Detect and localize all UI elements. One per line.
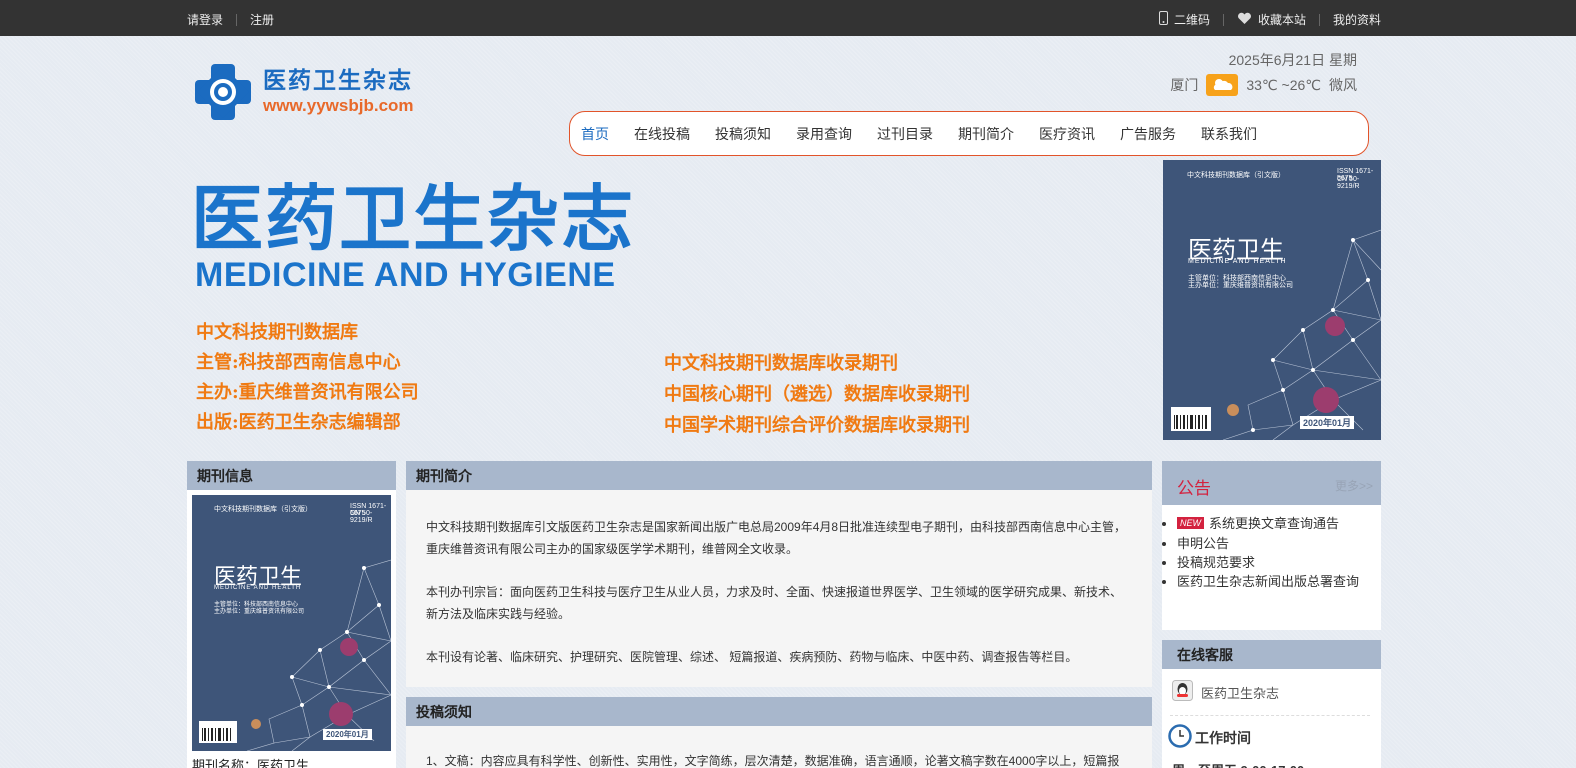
nav-past-issues[interactable]: 过刊目录 [877, 124, 933, 144]
weather-widget: 厦门 33℃ ~26℃ 微风 [1170, 74, 1357, 96]
logo-url: www.yywsbjb.com [263, 96, 414, 115]
new-badge: NEW [1177, 517, 1204, 529]
intro-panel: 中文科技期刊数据库引文版医药卫生杂志是国家新闻出版广电总局2009年4月8日批准… [406, 490, 1152, 687]
intro-paragraph: 本刊设有论著、临床研究、护理研究、医院管理、综述、 短篇报道、疾病预防、药物与临… [426, 650, 1078, 664]
main-nav: 首页 在线投稿 投稿须知 录用查询 过刊目录 期刊简介 医疗资讯 广告服务 联系… [569, 111, 1369, 156]
qq-name: 医药卫生杂志 [1201, 685, 1280, 701]
weather-wind: 微风 [1329, 77, 1357, 93]
cover-header: 中文科技期刊数据库（引文版） [214, 506, 312, 513]
work-time-label: 工作时间 [1195, 729, 1251, 746]
intro-paragraph: 本刊办刊宗旨：面向医药卫生科技与医疗卫生从业人员，力求及时、全面、快速报道世界医… [426, 585, 1123, 621]
clock-icon [1168, 724, 1192, 751]
hero-title: 医药卫生杂志 [191, 176, 636, 261]
notice-item[interactable]: NEW 系统更换文章查询通告 [1177, 513, 1369, 533]
current-date: 2025年6月21日 星期 [1228, 52, 1357, 68]
cover-year: 2020年01月 [1300, 416, 1355, 429]
nav-ad-service[interactable]: 广告服务 [1120, 124, 1176, 144]
nav-online-submit[interactable]: 在线投稿 [634, 124, 690, 144]
submission-text: 1、文稿：内容应具有科学性、创新性、实用性，文字简练，层次清楚，数据准确，语言通… [426, 754, 1120, 768]
notice-item[interactable]: 医药卫生杂志新闻出版总署查询 [1177, 571, 1369, 590]
qrcode-link[interactable]: 二维码 [1174, 11, 1210, 28]
notice-list: NEW 系统更换文章查询通告 申明公告 投稿规范要求 医药卫生杂志新闻出版总署查询 [1177, 513, 1369, 590]
logo-cross-icon [195, 64, 251, 120]
phone-icon [1158, 11, 1168, 28]
site-logo[interactable]: 医药卫生杂志 www.yywsbjb.com [193, 62, 414, 122]
notice-item[interactable]: 投稿规范要求 [1177, 552, 1369, 571]
cover-subtitle: MEDICINE AND HEALTH [1188, 258, 1287, 265]
hero-info-line: 中文科技期刊数据库 [196, 322, 358, 343]
work-time: 工作时间 [1168, 724, 1251, 751]
cover-subtitle: MEDICINE AND HEALTH [214, 585, 302, 591]
intro-title: 期刊简介 [416, 467, 472, 484]
notice-item-label: 投稿规范要求 [1177, 555, 1256, 570]
network-pattern [1222, 229, 1381, 440]
hero-info-line: 主管:科技部西南信息中心 [196, 352, 401, 373]
nav-contact[interactable]: 联系我们 [1201, 124, 1257, 144]
cover-sponsor: 主办单位：重庆维普资讯有限公司 [214, 609, 305, 615]
network-pattern [246, 559, 391, 751]
journal-cover-image[interactable]: 中文科技期刊数据库（引文版） ISSN 1671-5675 CN 50-9219… [1163, 160, 1381, 440]
notice-item-label: 申明公告 [1177, 536, 1230, 551]
journal-name-caption: 期刊名称：医药卫生 [192, 758, 310, 768]
service-panel: 医药卫生杂志 工作时间 周一至周五 9:00-17:00 [1162, 669, 1381, 768]
barcode-icon [199, 721, 237, 743]
divider [1222, 13, 1224, 26]
barcode-icon [1171, 407, 1211, 431]
partly-sunny-icon [1206, 74, 1239, 96]
journal-cover-thumbnail[interactable]: 中文科技期刊数据库（引文版） ISSN 1671-5675 CN 50-9219… [192, 495, 391, 751]
submission-panel: 1、文稿：内容应具有科学性、创新性、实用性，文字简练，层次清楚，数据准确，语言通… [406, 726, 1152, 768]
login-link[interactable]: 请登录 [187, 11, 223, 28]
nav-medical-news[interactable]: 医疗资讯 [1039, 124, 1095, 144]
favorite-link[interactable]: 收藏本站 [1258, 11, 1306, 28]
heart-icon [1237, 12, 1252, 28]
submission-title: 投稿须知 [416, 703, 472, 720]
weather-temp: 33℃ ~26℃ [1246, 76, 1321, 93]
hero-info-line: 主办:重庆维普资讯有限公司 [196, 382, 419, 403]
cover-year: 2020年01月 [323, 729, 372, 740]
qq-icon [1172, 680, 1193, 704]
logo-name: 医药卫生杂志 [263, 67, 413, 94]
journal-info-header: 期刊信息 [187, 461, 396, 490]
notice-item-label: 医药卫生杂志新闻出版总署查询 [1177, 574, 1360, 589]
service-title: 在线客服 [1177, 646, 1233, 663]
profile-link[interactable]: 我的资料 [1333, 11, 1381, 28]
notice-title: 公告 [1177, 479, 1211, 498]
hero-english-title: MEDICINE AND HYGIENE [195, 256, 616, 294]
work-hours: 周一至周五 9:00-17:00 [1172, 760, 1304, 768]
hero-index-line: 中国学术期刊综合评价数据库收录期刊 [664, 415, 970, 436]
nav-home[interactable]: 首页 [581, 124, 609, 144]
journal-info-title: 期刊信息 [197, 467, 253, 484]
intro-paragraph: 中文科技期刊数据库引文版医药卫生杂志是国家新闻出版广电总局2009年4月8日批准… [426, 520, 1127, 556]
cover-cn: CN 50-9219/R [1337, 176, 1360, 190]
hero-index-line: 中国核心期刊（遴选）数据库收录期刊 [664, 384, 970, 405]
divider [236, 13, 238, 26]
divider [1318, 13, 1320, 26]
submission-header: 投稿须知 [406, 697, 1152, 726]
divider [1170, 715, 1370, 716]
cover-header: 中文科技期刊数据库（引文版） [1187, 172, 1285, 179]
hero-info-line: 出版:医药卫生杂志编辑部 [196, 412, 401, 433]
qq-contact[interactable]: 医药卫生杂志 [1172, 680, 1279, 704]
register-link[interactable]: 注册 [250, 11, 274, 28]
cover-cn: CN 50-9219/R [350, 510, 373, 524]
weather-city: 厦门 [1170, 77, 1199, 93]
nav-journal-intro[interactable]: 期刊简介 [958, 124, 1014, 144]
notice-header: 公告 更多>> [1162, 461, 1381, 505]
notice-more-link[interactable]: 更多>> [1335, 477, 1373, 494]
top-bar: 请登录 注册 二维码 收藏本站 我的资料 [0, 0, 1576, 36]
notice-item[interactable]: 申明公告 [1177, 533, 1369, 552]
nav-submission-guide[interactable]: 投稿须知 [715, 124, 771, 144]
notice-item-label: 系统更换文章查询通告 [1209, 516, 1340, 531]
cover-sponsor: 主办单位：重庆维普资讯有限公司 [1188, 282, 1293, 289]
intro-header: 期刊简介 [406, 461, 1152, 490]
notice-panel: NEW 系统更换文章查询通告 申明公告 投稿规范要求 医药卫生杂志新闻出版总署查询 [1162, 505, 1381, 630]
hero-index-line: 中文科技期刊数据库收录期刊 [664, 353, 898, 374]
nav-acceptance-query[interactable]: 录用查询 [796, 124, 852, 144]
service-header: 在线客服 [1162, 640, 1381, 669]
